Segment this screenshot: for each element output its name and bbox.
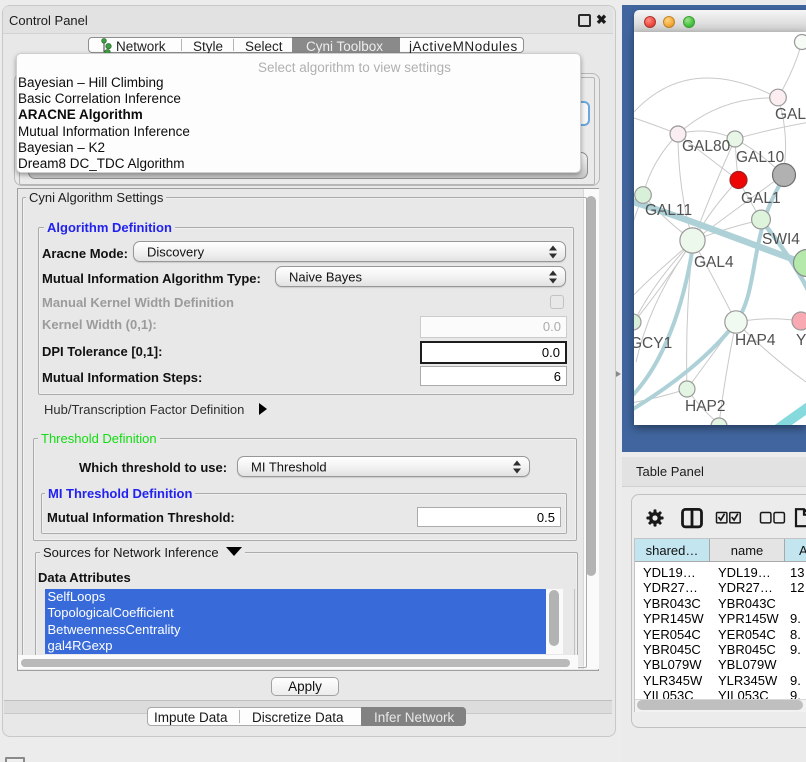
svg-text:GAL4: GAL4 [694,254,734,271]
svg-text:GAL1: GAL1 [741,190,781,207]
svg-text:HAP2: HAP2 [685,398,726,415]
svg-text:GAL10: GAL10 [736,149,785,166]
svg-text:GAL11: GAL11 [645,202,692,219]
svg-text:GAL: GAL [775,106,806,123]
svg-text:GCY1: GCY1 [634,335,672,352]
svg-text:SWI4: SWI4 [762,231,800,248]
svg-text:Y: Y [796,332,806,349]
svg-text:HAP4: HAP4 [735,332,776,349]
svg-text:GAL80: GAL80 [682,138,731,155]
